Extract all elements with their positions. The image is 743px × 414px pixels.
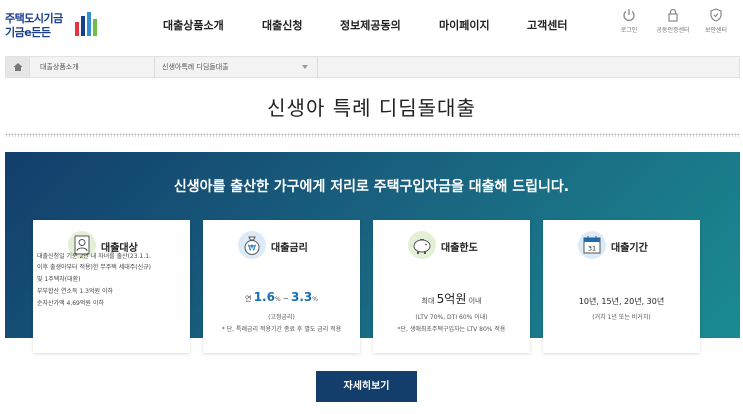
rate-low: 1.6	[253, 290, 275, 304]
card-heading: 대출기간	[611, 243, 648, 254]
logo-bars-icon	[75, 12, 97, 36]
dotted-divider	[5, 133, 740, 137]
calendar-icon: 31	[578, 231, 606, 259]
card-loan-limit: 대출한도 최대 5억원 이내 (LTV 70%, DTI 60% 이내) *단,…	[373, 220, 530, 353]
target-line: 및 1주택자(대환)	[37, 276, 81, 283]
home-icon	[13, 63, 23, 71]
logo-line2: 기금e든든	[5, 26, 51, 39]
rate-prefix: 연	[245, 295, 252, 303]
card-heading: 대출한도	[441, 243, 478, 254]
target-line: 이후 출생아부터 적용)한 무주택 세대주(신규)	[37, 264, 152, 271]
chevron-down-icon[interactable]	[302, 65, 308, 69]
site-header: 주택도시기금 기금e든든 대출상품소개 대출신청 정보제공동의 마이페이지 고객…	[0, 0, 743, 50]
view-details-button[interactable]: 자세히보기	[316, 371, 417, 402]
site-logo[interactable]: 주택도시기금 기금e든든	[5, 8, 100, 42]
breadcrumb-level2[interactable]: 신생아특례 디딤돌대출	[162, 62, 229, 72]
target-line: 순자산가액 4.69억원 이하	[37, 300, 104, 307]
rate-value-row: 연 1.6% ~ 3.3%	[203, 290, 360, 304]
login-button[interactable]: 로그인	[607, 8, 651, 34]
calendar-day: 31	[588, 245, 596, 253]
rate-pct-high: %	[312, 296, 318, 303]
nav-info-consent[interactable]: 정보제공동의	[340, 17, 401, 33]
limit-amount: 5억원	[436, 292, 467, 306]
login-label: 로그인	[620, 27, 638, 34]
limit-value-row: 최대 5억원 이내	[373, 290, 530, 307]
limit-prefix: 최대	[421, 297, 435, 305]
period-value: 10년, 15년, 20년, 30년	[578, 297, 665, 306]
breadcrumb: 대출상품소개 신생아특례 디딤돌대출	[5, 56, 740, 78]
home-button[interactable]	[6, 57, 30, 77]
card-loan-period: 31 대출기간 10년, 15년, 20년, 30년 (거치 1년 또는 비거치…	[543, 220, 700, 353]
rate-tilde: ~	[282, 295, 289, 303]
card-interest-rate: ₩ 대출금리 연 1.6% ~ 3.3% (고정금리) * 단, 특례금리 적용…	[203, 220, 360, 353]
limit-first-buyer-note: *단, 생애최초주택구입자는 LTV 80% 적용	[397, 326, 506, 333]
card-heading: 대출금리	[271, 243, 308, 254]
cert-center-label: 공동인증센터	[656, 27, 690, 34]
security-center-label: 보안센터	[704, 27, 728, 34]
breadcrumb-divider	[154, 57, 155, 77]
breadcrumb-divider-end	[317, 57, 318, 77]
rate-pct-low: %	[274, 296, 281, 303]
rate-high: 3.3	[291, 290, 313, 304]
cert-center-button[interactable]: 공동인증센터	[651, 8, 695, 34]
security-center-button[interactable]: 보안센터	[694, 8, 738, 34]
card-heading: 대출대상	[101, 243, 138, 254]
nav-loan-products[interactable]: 대출상품소개	[163, 17, 224, 33]
card-loan-target: 대출대상 대출신청일 기준 2년 내 자녀를 출산(23.1.1. 이후 출생아…	[33, 220, 190, 353]
power-icon	[623, 9, 635, 22]
limit-ltv-note: (LTV 70%, DTI 60% 이내)	[415, 314, 488, 321]
breadcrumb-level1[interactable]: 대출상품소개	[40, 62, 79, 72]
lock-icon	[668, 8, 678, 22]
piggy-bank-icon	[408, 231, 436, 259]
nav-customer-center[interactable]: 고객센터	[527, 17, 567, 33]
rate-fixed-note: (고정금리)	[268, 314, 295, 321]
limit-suffix: 이내	[468, 297, 482, 305]
banner-title: 신생아를 출산한 가구에게 저리로 주택구입자금을 대출해 드립니다.	[173, 179, 570, 195]
money-bag-icon: ₩	[238, 231, 266, 259]
rate-special-note: * 단, 특례금리 적용기간 종료 후 별도 금리 적용	[221, 326, 342, 333]
nav-mypage[interactable]: 마이페이지	[439, 17, 490, 33]
nav-loan-apply[interactable]: 대출신청	[262, 17, 302, 33]
page-title: 신생아 특례 디딤돌대출	[267, 96, 476, 120]
target-line: 부부합산 연소득 1.3억원 이하	[37, 288, 113, 295]
target-line: 대출신청일 기준 2년 내 자녀를 출산(23.1.1.	[37, 253, 151, 260]
svg-text:₩: ₩	[248, 244, 256, 253]
shield-icon	[710, 8, 722, 22]
period-note: (거치 1년 또는 비거치)	[592, 314, 651, 321]
